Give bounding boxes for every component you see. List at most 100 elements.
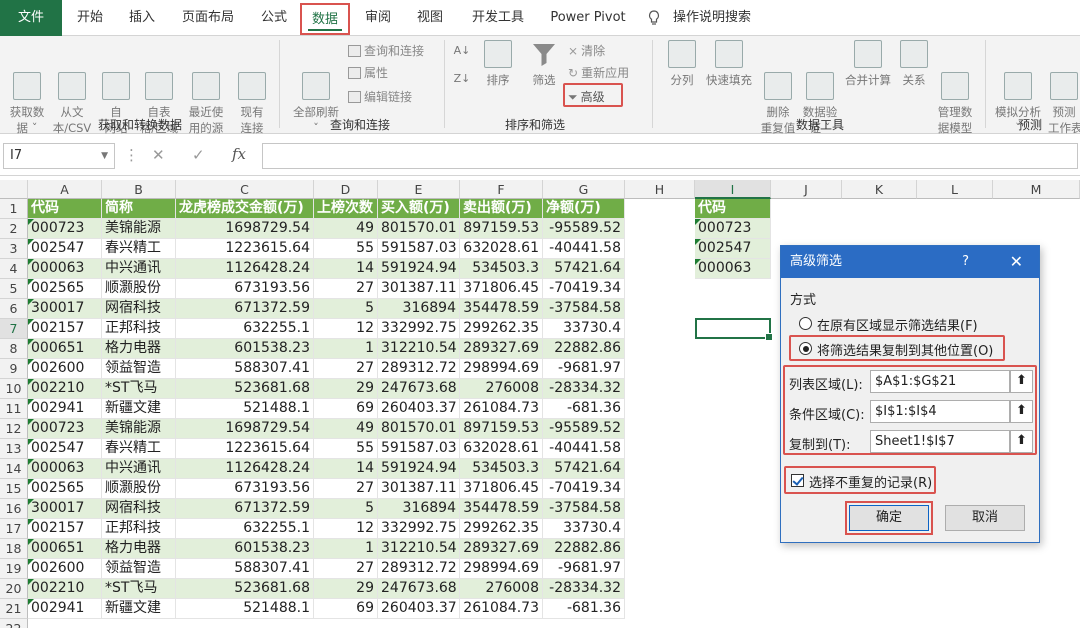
column-header-f[interactable]: F [460,180,543,199]
row-header-8[interactable]: 8 [0,339,28,359]
table-cell[interactable]: 领益智造 [102,359,176,379]
table-cell[interactable]: 801570.01 [378,219,460,239]
table-header-cell[interactable]: 代码 [28,199,102,219]
consolidate-button[interactable]: 合并计算 [842,40,894,88]
row-header-15[interactable]: 15 [0,479,28,499]
table-cell[interactable]: 261084.73 [460,399,543,419]
table-cell[interactable]: 57421.64 [543,259,625,279]
table-cell[interactable]: 1 [314,539,378,559]
table-cell[interactable]: 289312.72 [378,359,460,379]
criteria-cell[interactable]: 002547 [695,239,771,259]
table-cell[interactable]: 1 [314,339,378,359]
table-cell[interactable]: 27 [314,359,378,379]
table-cell[interactable]: 中兴通讯 [102,459,176,479]
table-cell[interactable]: 14 [314,459,378,479]
relationships-button[interactable]: 关系 [898,40,930,88]
enter-check-icon[interactable]: ✓ [192,146,205,164]
table-cell[interactable]: 29 [314,579,378,599]
help-icon[interactable]: ? [962,246,969,278]
table-cell[interactable]: 1698729.54 [176,219,314,239]
table-cell[interactable]: -37584.58 [543,499,625,519]
table-cell[interactable]: 289312.72 [378,559,460,579]
table-cell[interactable]: 69 [314,599,378,619]
close-icon[interactable]: ✕ [1010,246,1023,278]
column-header-k[interactable]: K [842,180,917,199]
tab-home[interactable]: 开始 [66,0,114,36]
table-cell[interactable]: 002157 [28,519,102,539]
row-header-4[interactable]: 4 [0,259,28,279]
select-all-corner[interactable] [0,180,28,199]
table-cell[interactable]: 332992.75 [378,519,460,539]
edit-links-button[interactable]: 编辑链接 [348,88,412,106]
table-cell[interactable]: -28334.32 [543,579,625,599]
table-cell[interactable]: 1223615.64 [176,239,314,259]
table-cell[interactable]: 521488.1 [176,599,314,619]
queries-connections-button[interactable]: 查询和连接 [348,42,424,60]
table-header-cell[interactable]: 龙虎榜成交金额(万) [176,199,314,219]
tab-formulas[interactable]: 公式 [250,0,298,36]
table-cell[interactable]: 正邦科技 [102,319,176,339]
table-cell[interactable]: 521488.1 [176,399,314,419]
table-cell[interactable]: -9681.97 [543,359,625,379]
table-cell[interactable]: 534503.3 [460,259,543,279]
table-cell[interactable]: 371806.45 [460,279,543,299]
flash-fill-button[interactable]: 快速填充 [702,40,756,88]
table-cell[interactable]: 523681.68 [176,579,314,599]
table-cell[interactable]: 000723 [28,219,102,239]
row-header-16[interactable]: 16 [0,499,28,519]
table-cell[interactable]: 网宿科技 [102,299,176,319]
table-cell[interactable]: 260403.37 [378,599,460,619]
row-header-22[interactable]: 22 [0,619,28,628]
table-cell[interactable]: 601538.23 [176,539,314,559]
table-cell[interactable]: 300017 [28,499,102,519]
table-cell[interactable]: 299262.35 [460,319,543,339]
table-cell[interactable]: 588307.41 [176,359,314,379]
table-cell[interactable]: 671372.59 [176,299,314,319]
column-header-j[interactable]: J [771,180,842,199]
table-cell[interactable]: 顺灏股份 [102,479,176,499]
column-header-m[interactable]: M [993,180,1080,199]
table-cell[interactable]: 002600 [28,359,102,379]
table-cell[interactable]: -681.36 [543,399,625,419]
filter-button[interactable]: 筛选 [526,40,562,88]
list-range-input[interactable]: $A$1:$G$21 [870,370,1010,393]
unique-records-label[interactable]: 选择不重复的记录(R) [809,472,932,491]
table-cell[interactable]: 591587.03 [378,439,460,459]
table-cell[interactable]: 002210 [28,579,102,599]
row-header-13[interactable]: 13 [0,439,28,459]
table-cell[interactable]: 002565 [28,279,102,299]
table-cell[interactable]: 673193.56 [176,279,314,299]
copy-to-input[interactable]: Sheet1!$I$7 [870,430,1010,453]
list-range-collapse-button[interactable]: ⬆ [1010,370,1033,393]
table-cell[interactable]: 332992.75 [378,319,460,339]
table-cell[interactable]: 中兴通讯 [102,259,176,279]
table-cell[interactable]: 27 [314,479,378,499]
table-cell[interactable]: 69 [314,399,378,419]
table-cell[interactable]: 299262.35 [460,519,543,539]
row-header-19[interactable]: 19 [0,559,28,579]
criteria-cell[interactable]: 000723 [695,219,771,239]
table-cell[interactable]: 新疆文建 [102,399,176,419]
table-cell[interactable]: 000651 [28,339,102,359]
row-header-18[interactable]: 18 [0,539,28,559]
row-header-12[interactable]: 12 [0,419,28,439]
row-header-17[interactable]: 17 [0,519,28,539]
table-cell[interactable]: 601538.23 [176,339,314,359]
cancel-icon[interactable]: ✕ [152,146,165,164]
column-header-i[interactable]: I [695,180,771,199]
tab-data[interactable]: 数据 [300,3,350,35]
table-cell[interactable]: 002600 [28,559,102,579]
table-header-cell[interactable]: 净额(万) [543,199,625,219]
table-cell[interactable]: 网宿科技 [102,499,176,519]
criteria-header-cell[interactable]: 代码 [695,199,771,219]
table-cell[interactable]: 12 [314,319,378,339]
table-cell[interactable]: 671372.59 [176,499,314,519]
table-cell[interactable]: 27 [314,279,378,299]
table-cell[interactable]: 002157 [28,319,102,339]
name-box[interactable]: I7 ▼ [3,143,115,169]
row-header-5[interactable]: 5 [0,279,28,299]
table-cell[interactable]: 29 [314,379,378,399]
table-cell[interactable]: 57421.64 [543,459,625,479]
radio-copy-to-label[interactable]: 将筛选结果复制到其他位置(O) [817,340,993,359]
row-header-9[interactable]: 9 [0,359,28,379]
